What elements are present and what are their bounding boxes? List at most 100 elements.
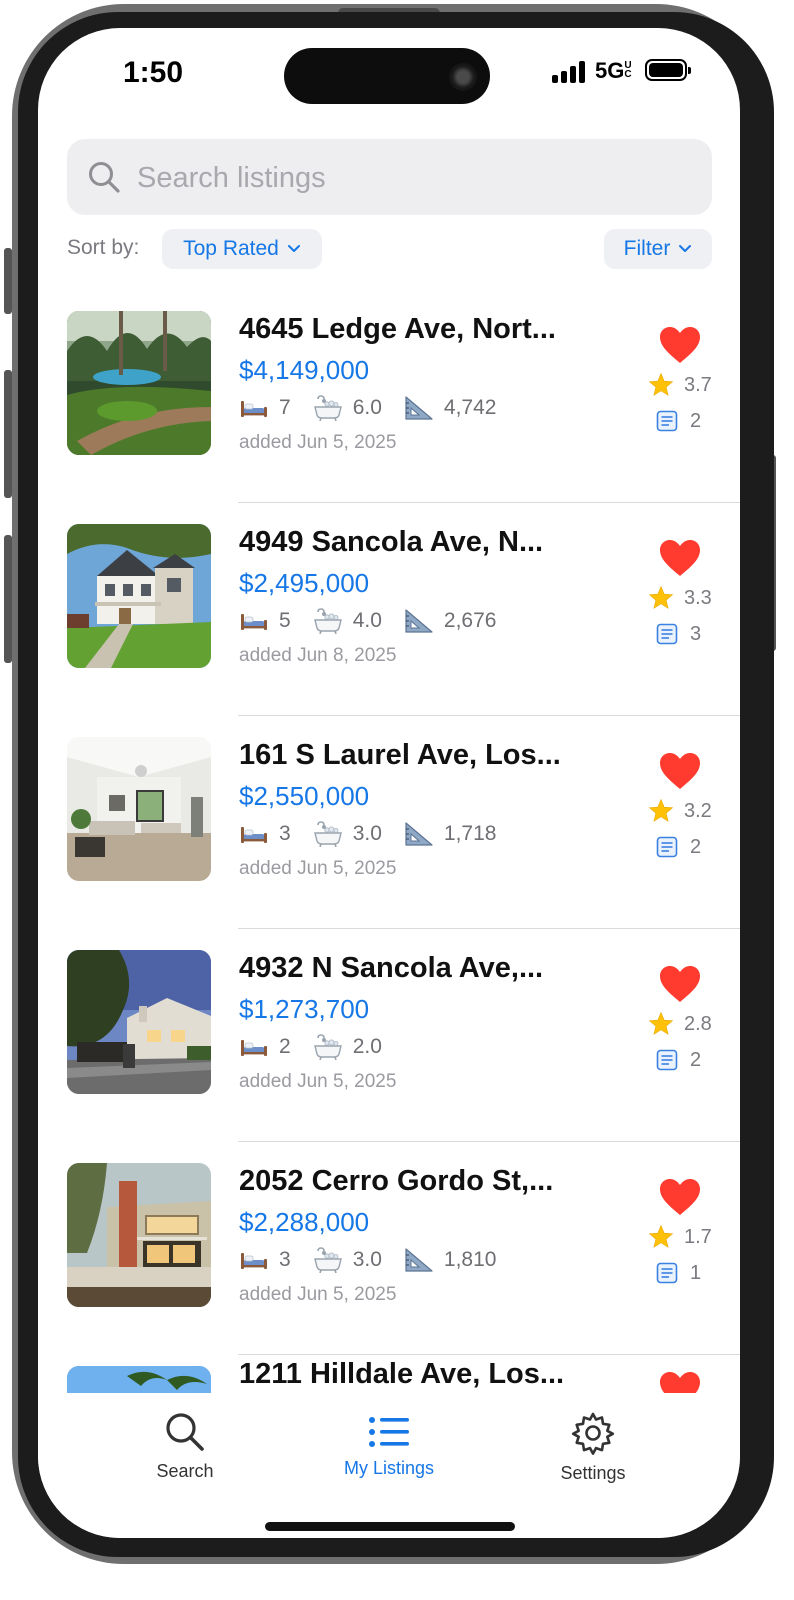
triangle-ruler-icon <box>405 1248 433 1272</box>
listing-added-date: added Jun 5, 2025 <box>239 1284 397 1305</box>
heart-icon[interactable] <box>658 325 702 365</box>
search-icon <box>89 162 120 193</box>
heart-icon[interactable] <box>658 1177 702 1217</box>
heart-icon[interactable] <box>658 1370 702 1393</box>
listing-row[interactable]: 2052 Cerro Gordo St,... $2,288,000 3 3.0 1,8… <box>38 1143 740 1355</box>
baths-stat: 6.0 <box>313 395 382 421</box>
network-sub: UC <box>624 60 632 80</box>
star-icon <box>648 798 674 822</box>
listing-rating: 1.7 <box>648 1223 712 1251</box>
tab-search[interactable]: Search <box>110 1411 260 1482</box>
tab-my-listings[interactable]: My Listings <box>314 1415 464 1479</box>
listing-stats: 7 6.0 4,742 <box>239 395 518 421</box>
sort-dropdown[interactable]: Top Rated <box>162 229 322 269</box>
bed-icon <box>241 1253 267 1269</box>
beds-count: 2 <box>279 1035 291 1058</box>
triangle-ruler-icon <box>405 396 433 420</box>
cellular-signal-icon <box>552 61 590 83</box>
listing-row[interactable]: 161 S Laurel Ave, Los... $2,550,000 3 3.0 1,… <box>38 717 740 929</box>
listing-rating: 3.2 <box>648 797 712 825</box>
star-icon <box>648 1224 674 1248</box>
row-divider <box>238 1354 740 1355</box>
network-type: 5G <box>595 58 625 83</box>
heart-icon[interactable] <box>658 751 702 791</box>
front-camera <box>449 63 477 91</box>
listing-added-date: added Jun 8, 2025 <box>239 645 397 666</box>
notes-icon <box>656 410 678 432</box>
row-divider <box>238 1141 740 1142</box>
battery-icon <box>645 59 691 81</box>
bed-icon <box>241 401 267 417</box>
star-icon <box>648 372 674 396</box>
sort-selected: Top Rated <box>183 237 279 260</box>
listing-photo <box>67 950 211 1094</box>
sqft-value: 2,676 <box>443 609 497 632</box>
sort-label: Sort by: <box>67 236 140 259</box>
heart-icon[interactable] <box>658 538 702 578</box>
baths-stat: 4.0 <box>313 608 382 634</box>
bed-icon <box>241 614 267 630</box>
heart-icon[interactable] <box>658 964 702 1004</box>
listing-address: 161 S Laurel Ave, Los... <box>239 739 561 771</box>
listing-row[interactable]: 4949 Sancola Ave, N... $2,495,000 5 4.0 2,67… <box>38 504 740 716</box>
listing-row[interactable]: 4932 N Sancola Ave,... $1,273,700 2 2.0 adde… <box>38 930 740 1142</box>
baths-stat: 2.0 <box>313 1034 382 1060</box>
status-time: 1:50 <box>123 56 184 89</box>
beds-count: 7 <box>279 396 291 419</box>
listings-list[interactable]: 4645 Ledge Ave, Nort... $4,149,000 7 6.0 4,7… <box>38 291 740 1393</box>
listing-rating: 3.7 <box>648 371 712 399</box>
beds-count: 5 <box>279 609 291 632</box>
search-bar[interactable] <box>67 139 712 215</box>
sqft-value: 1,810 <box>443 1248 497 1271</box>
listing-notes: 3 <box>656 620 701 648</box>
notes-icon <box>656 1049 678 1071</box>
tab-search-label: Search <box>156 1461 214 1481</box>
notes-count: 1 <box>690 1261 702 1284</box>
rating-value: 3.7 <box>684 373 712 396</box>
listing-notes: 2 <box>656 833 701 861</box>
listing-row[interactable]: 4645 Ledge Ave, Nort... $4,149,000 7 6.0 4,7… <box>38 291 740 503</box>
bathtub-icon <box>313 608 342 634</box>
beds-stat: 7 <box>239 396 291 420</box>
bathtub-icon <box>313 1247 342 1273</box>
notes-icon <box>656 836 678 858</box>
bathtub-icon <box>313 821 342 847</box>
listing-notes: 2 <box>656 407 701 435</box>
bed-icon <box>241 827 267 843</box>
row-divider <box>238 928 740 929</box>
sqft-stat: 1,718 <box>404 821 496 847</box>
notes-count: 2 <box>690 835 702 858</box>
listing-photo <box>67 737 211 881</box>
rating-value: 1.7 <box>684 1225 712 1248</box>
tab-bar: Search My Listings Settings <box>38 1393 740 1538</box>
listing-row[interactable]: 1211 Hilldale Ave, Los... <box>38 1356 740 1393</box>
listing-address: 1211 Hilldale Ave, Los... <box>239 1358 565 1390</box>
listing-photo <box>67 311 211 455</box>
device-action-button <box>4 248 12 314</box>
star-icon <box>648 585 674 609</box>
sqft-stat: 4,742 <box>404 395 496 421</box>
list-icon <box>369 1417 409 1447</box>
tab-my-listings-label: My Listings <box>343 1458 435 1478</box>
tab-settings[interactable]: Settings <box>518 1411 668 1484</box>
notes-count: 2 <box>690 1048 702 1071</box>
listing-price: $2,288,000 <box>239 1207 370 1237</box>
listing-stats: 2 2.0 <box>239 1034 404 1060</box>
listing-rating: 2.8 <box>648 1010 712 1038</box>
bathtub-icon <box>313 1034 342 1060</box>
listing-added-date: added Jun 5, 2025 <box>239 858 397 879</box>
baths-count: 6.0 <box>352 396 382 419</box>
triangle-ruler-icon <box>405 609 433 633</box>
network-indicator: 5GUC <box>595 58 634 84</box>
baths-count: 2.0 <box>352 1035 382 1058</box>
baths-stat: 3.0 <box>313 1247 382 1273</box>
triangle-ruler-icon <box>405 822 433 846</box>
bed-icon <box>241 1040 267 1056</box>
listing-photo <box>67 1366 211 1393</box>
beds-count: 3 <box>279 1248 291 1271</box>
listing-price: $1,273,700 <box>239 994 370 1024</box>
filter-button[interactable]: Filter <box>604 229 712 269</box>
search-input[interactable] <box>135 153 699 203</box>
rating-value: 3.3 <box>684 586 712 609</box>
listing-price: $2,550,000 <box>239 781 370 811</box>
